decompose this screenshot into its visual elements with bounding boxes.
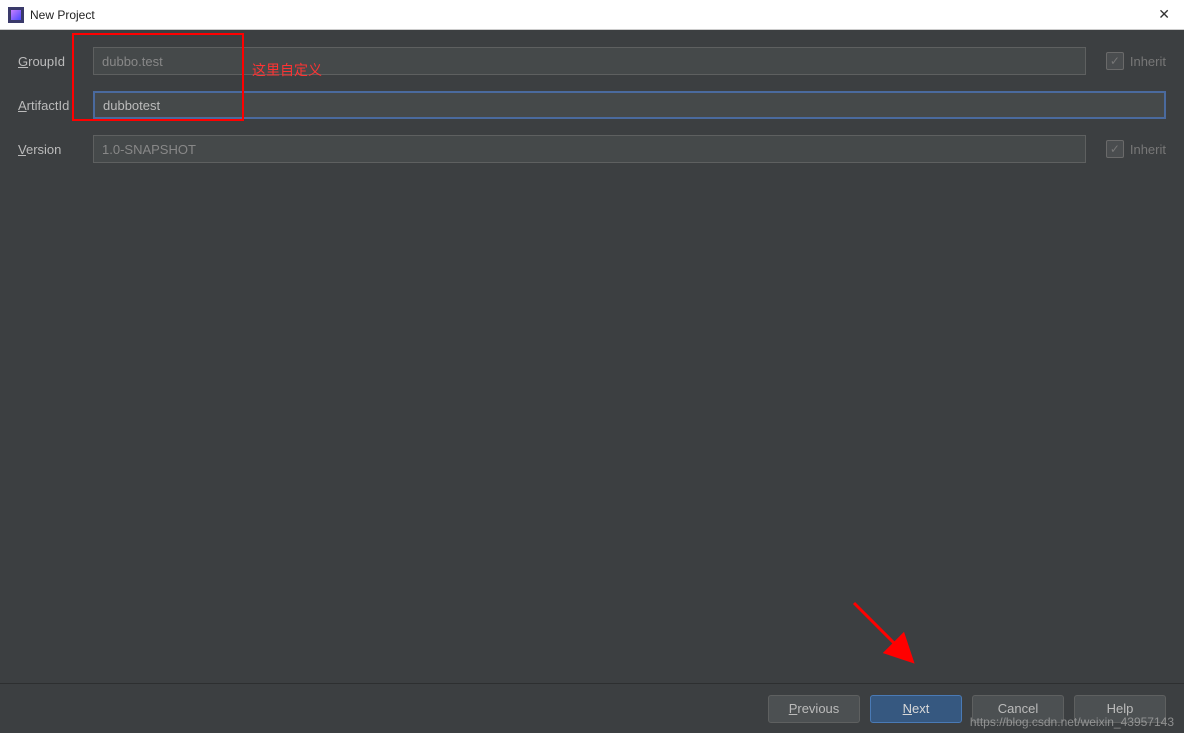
version-input[interactable] <box>93 135 1086 163</box>
previous-button[interactable]: Previous <box>768 695 860 723</box>
artifactid-row: ArtifactId <box>18 90 1166 120</box>
next-button[interactable]: Next <box>870 695 962 723</box>
window-title: New Project <box>30 8 95 22</box>
checkbox-icon <box>1106 140 1124 158</box>
artifactid-input[interactable] <box>93 91 1166 119</box>
groupid-label: GroupId <box>18 54 93 69</box>
version-row: Version Inherit <box>18 134 1166 164</box>
bottom-bar: Previous Next Cancel Help <box>0 683 1184 733</box>
app-icon <box>8 7 24 23</box>
version-label: Version <box>18 142 93 157</box>
groupid-input[interactable] <box>93 47 1086 75</box>
inherit-label: Inherit <box>1130 142 1166 157</box>
titlebar-left: New Project <box>8 7 95 23</box>
version-inherit[interactable]: Inherit <box>1106 140 1166 158</box>
dialog-content: GroupId Inherit ArtifactId Version Inher… <box>0 30 1184 683</box>
close-icon[interactable]: ✕ <box>1152 4 1176 25</box>
groupid-row: GroupId Inherit <box>18 46 1166 76</box>
checkbox-icon <box>1106 52 1124 70</box>
cancel-button[interactable]: Cancel <box>972 695 1064 723</box>
groupid-inherit[interactable]: Inherit <box>1106 52 1166 70</box>
titlebar: New Project ✕ <box>0 0 1184 30</box>
inherit-label: Inherit <box>1130 54 1166 69</box>
artifactid-label: ArtifactId <box>18 98 93 113</box>
help-button[interactable]: Help <box>1074 695 1166 723</box>
